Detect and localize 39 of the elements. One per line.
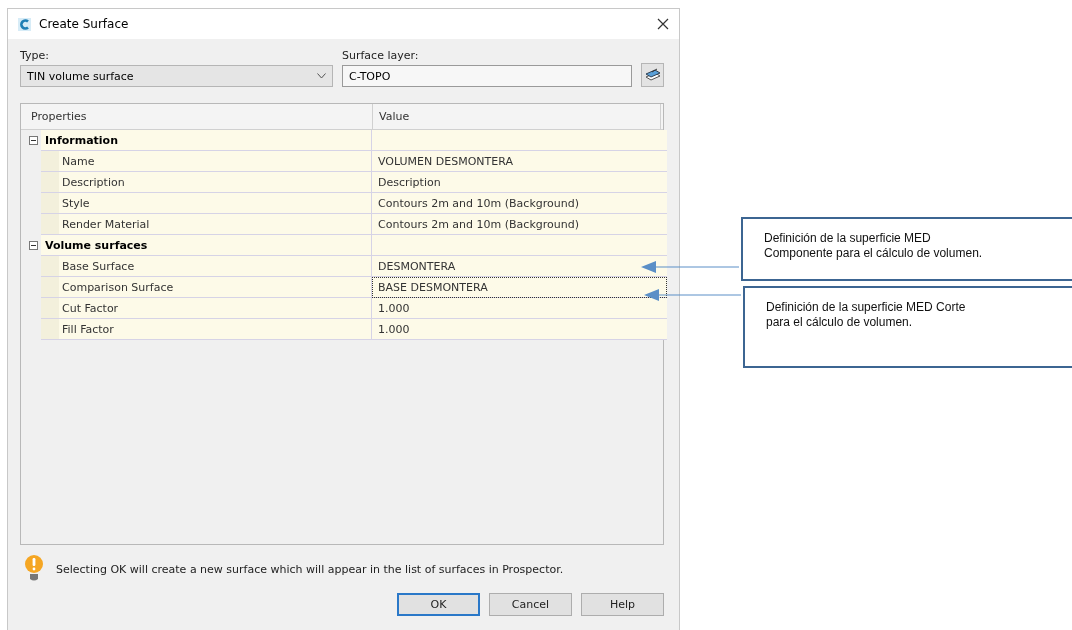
window-title: Create Surface	[39, 17, 130, 31]
dialog-button[interactable]: Cancel	[489, 593, 572, 616]
info-message: Selecting OK will create a new surface which will appear in the list of surfaces in Prospector.	[56, 562, 564, 576]
lightbulb-icon	[24, 555, 44, 583]
column-header: Properties	[21, 104, 373, 129]
property-value[interactable]: Contours 2m and 10m (Background)	[372, 193, 667, 214]
property-value[interactable]: 1.000	[372, 319, 667, 340]
property-name: Description	[41, 172, 372, 193]
property-value[interactable]: BASE DESMONTERA	[372, 277, 667, 298]
property-name: Style	[41, 193, 372, 214]
surface-layer-field[interactable]: C-TOPO	[342, 65, 632, 87]
layers-icon	[644, 68, 661, 82]
collapse-icon[interactable]	[29, 136, 38, 145]
type-dropdown[interactable]: TIN volume surface	[20, 65, 333, 87]
chevron-down-icon	[317, 73, 326, 79]
property-name: Render Material	[41, 214, 372, 235]
group-header[interactable]: Information	[41, 130, 372, 151]
group-header[interactable]: Volume surfaces	[41, 235, 372, 256]
close-icon[interactable]	[657, 18, 669, 30]
dialog-button[interactable]: OK	[397, 593, 480, 616]
property-value[interactable]: Contours 2m and 10m (Background)	[372, 214, 667, 235]
property-value[interactable]: DESMONTERA	[372, 256, 667, 277]
property-value[interactable]: 1.000	[372, 298, 667, 319]
field-label: Surface layer:	[342, 49, 420, 62]
callout-box: Definición de la superficie MED Corte para el cálculo de volumen.	[743, 286, 1072, 368]
column-header: Value	[373, 104, 661, 129]
property-name: Name	[41, 151, 372, 172]
collapse-icon[interactable]	[29, 241, 38, 250]
callout-box: Definición de la superficie MED Componente para el cálculo de volumen.	[741, 217, 1072, 281]
property-value[interactable]: VOLUMEN DESMONTERA	[372, 151, 667, 172]
property-name: Base Surface	[41, 256, 372, 277]
property-name: Cut Factor	[41, 298, 372, 319]
layer-button[interactable]	[641, 63, 664, 87]
app-logo-icon	[18, 17, 31, 31]
dialog-button[interactable]: Help	[581, 593, 664, 616]
property-name: Fill Factor	[41, 319, 372, 340]
property-value[interactable]: Description	[372, 172, 667, 193]
field-label: Type:	[20, 49, 50, 62]
property-name: Comparison Surface	[41, 277, 372, 298]
